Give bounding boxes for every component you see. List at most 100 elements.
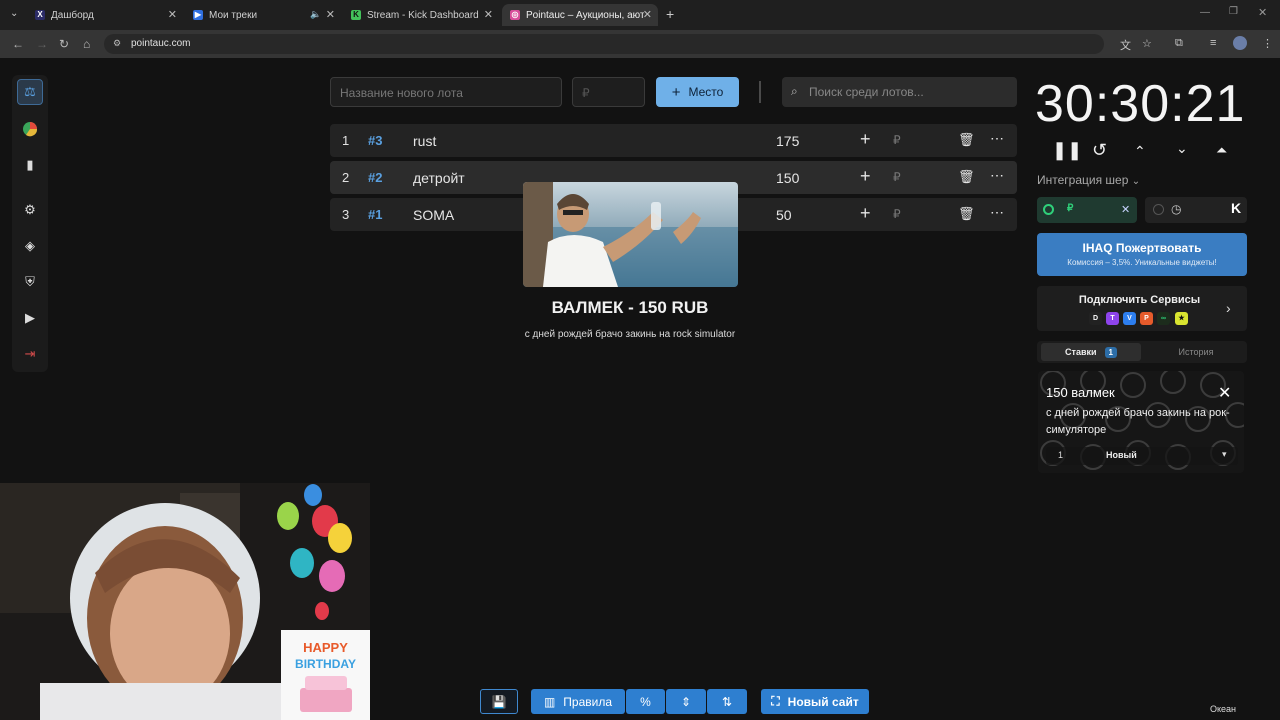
address-bar[interactable] <box>104 34 1104 54</box>
back-icon[interactable]: ← <box>12 37 24 51</box>
tab-search-icon[interactable]: ⌄ <box>10 8 18 19</box>
vk-icon: V <box>1123 312 1136 325</box>
new-site-button[interactable]: ⛶ Новый сайт <box>761 689 869 714</box>
radio-off-icon[interactable] <box>1153 204 1164 215</box>
bid-title: 150 валмек <box>1046 385 1115 400</box>
lot-amount[interactable]: 50 <box>776 207 792 223</box>
connect-services-button[interactable]: Подключить Сервисы D T V P ∞ ★ › <box>1037 286 1247 331</box>
media-icon[interactable]: ≡ <box>1210 37 1216 49</box>
donate-subtitle: Комиссия – 3,5%. Уникальные виджеты! <box>1067 258 1217 267</box>
lot-search-input[interactable]: Поиск среди лотов... <box>782 77 1017 107</box>
reset-icon[interactable]: ↺ <box>1092 140 1107 161</box>
lot-currency[interactable]: ₽ <box>893 170 901 184</box>
timer-icon[interactable]: ◷ <box>1171 202 1181 216</box>
add-amount-icon[interactable]: + <box>860 166 871 187</box>
translate-icon[interactable]: 文 <box>1120 37 1131 53</box>
rules-label: Правила <box>563 694 613 709</box>
disconnect-icon[interactable]: ✕ <box>1121 203 1130 216</box>
layers-icon[interactable]: ◈ <box>17 233 43 259</box>
tab-title: Мои треки <box>209 9 258 21</box>
home-icon[interactable]: ⌂ <box>83 37 90 51</box>
more-options-icon[interactable]: ⋯ <box>990 167 1005 184</box>
tab-dashboard[interactable]: X Дашборд ✕ <box>27 4 183 26</box>
pause-icon[interactable]: ❚❚ <box>1052 140 1082 161</box>
close-icon[interactable]: ✕ <box>643 8 652 21</box>
percent-button[interactable]: % <box>626 689 665 714</box>
lot-currency[interactable]: ₽ <box>893 133 901 147</box>
more-options-icon[interactable]: ⋯ <box>990 204 1005 221</box>
delete-icon[interactable]: 🗑 <box>958 206 975 222</box>
wheel-icon[interactable] <box>17 116 43 142</box>
divider <box>759 81 761 103</box>
split-button[interactable]: ⇕ <box>666 689 706 714</box>
double-chevron-up-icon[interactable]: ⏶ <box>1216 142 1227 159</box>
close-icon[interactable]: ✕ <box>484 8 493 21</box>
auction-timer: 30:30:21 <box>1035 75 1246 133</box>
chevron-down-icon[interactable]: ▾ <box>1222 449 1227 460</box>
donate-button[interactable]: IHAQ Пожертвовать Комиссия – 3,5%. Уника… <box>1037 233 1247 276</box>
kick-logo-icon: K <box>1231 200 1242 216</box>
shield-icon[interactable]: ⛨ <box>17 269 43 295</box>
forward-icon[interactable]: → <box>36 37 48 51</box>
da-service-icon: D <box>1089 312 1102 325</box>
maximize-icon[interactable]: ❐ <box>1229 6 1238 17</box>
close-icon[interactable]: ✕ <box>326 8 335 21</box>
lot-amount[interactable]: 175 <box>776 133 799 149</box>
birthday-happy-text: HAPPY <box>303 640 348 655</box>
add-lot-button[interactable]: + Место <box>656 77 739 107</box>
auction-hammer-icon[interactable]: ⚖ <box>17 79 43 105</box>
add-amount-icon[interactable]: + <box>860 203 871 224</box>
tab-pointauc[interactable]: ◎ Pointauc – Аукционы, аюте… ✕ <box>502 4 658 26</box>
tab-my-tracks[interactable]: ▶ Мои треки 🔈 ✕ <box>185 4 341 26</box>
new-site-label: Новый сайт <box>787 694 859 709</box>
delete-icon[interactable]: 🗑 <box>958 132 975 148</box>
lot-name[interactable]: детройт <box>413 170 465 186</box>
tab-title: Pointauc – Аукционы, аюте… <box>526 9 644 21</box>
bid-status[interactable]: Новый <box>1106 450 1137 460</box>
lot-name[interactable]: rust <box>413 133 436 149</box>
lot-name[interactable]: SOMA <box>413 207 454 223</box>
tab-kick-dashboard[interactable]: K Stream - Kick Dashboard ✕ <box>343 4 499 26</box>
more-options-icon[interactable]: ⋯ <box>990 130 1005 147</box>
lot-currency[interactable]: ₽ <box>893 207 901 221</box>
close-icon[interactable]: ✕ <box>168 8 177 21</box>
rules-button[interactable]: ▥ Правила <box>531 689 625 714</box>
tab-history[interactable]: История <box>1149 347 1243 357</box>
speaker-icon[interactable]: 🔈 <box>310 9 321 20</box>
add-amount-icon[interactable]: + <box>860 129 871 150</box>
bids-tabs: Ставки 1 История <box>1037 341 1247 363</box>
bid-quantity[interactable]: 1 <box>1058 450 1063 460</box>
tab-bids[interactable]: Ставки 1 <box>1041 343 1141 361</box>
save-button[interactable]: 💾 <box>480 689 518 714</box>
sort-button[interactable]: ⇅ <box>707 689 747 714</box>
media-library-icon[interactable]: ▶ <box>17 305 43 331</box>
chevron-up-icon[interactable]: ⌃ <box>1134 143 1146 160</box>
logout-icon[interactable]: ⇥ <box>17 341 43 367</box>
radio-on-icon[interactable] <box>1043 204 1054 215</box>
new-tab-icon[interactable]: + <box>666 6 674 22</box>
lot-amount[interactable]: 150 <box>776 170 799 186</box>
integration-active[interactable]: ₽ ✕ <box>1037 197 1137 223</box>
donate-title: IHAQ Пожертвовать <box>1082 241 1202 255</box>
donationalerts-icon: P <box>1140 312 1153 325</box>
lot-id: #3 <box>368 133 383 148</box>
lot-row[interactable]: 1 #3 rust 175 + ₽ 🗑 ⋯ <box>330 124 1017 157</box>
site-info-icon[interactable]: ⚙ <box>113 38 121 49</box>
profile-avatar[interactable] <box>1233 36 1247 50</box>
integration-dropdown[interactable]: Интеграция шер ⌄ <box>1037 173 1140 187</box>
stats-icon[interactable]: ▮ <box>17 152 43 178</box>
close-window-icon[interactable]: ✕ <box>1258 6 1267 19</box>
bookmark-star-icon[interactable]: ☆ <box>1142 37 1152 50</box>
lot-price-input[interactable]: ₽ <box>572 77 645 107</box>
integration-inactive[interactable]: ◷ K <box>1145 197 1247 223</box>
extensions-icon[interactable]: ⧉ <box>1175 37 1183 50</box>
delete-icon[interactable]: 🗑 <box>958 169 975 185</box>
reload-icon[interactable]: ↻ <box>59 37 69 51</box>
browser-menu-icon[interactable]: ⋮ <box>1262 37 1273 50</box>
chevron-down-icon[interactable]: ⌄ <box>1176 140 1188 157</box>
lot-id: #2 <box>368 170 383 185</box>
close-icon[interactable]: ✕ <box>1218 383 1231 403</box>
lot-name-input[interactable]: Название нового лота <box>330 77 562 107</box>
minimize-icon[interactable]: — <box>1200 7 1210 18</box>
settings-gear-icon[interactable]: ⚙ <box>17 197 43 223</box>
